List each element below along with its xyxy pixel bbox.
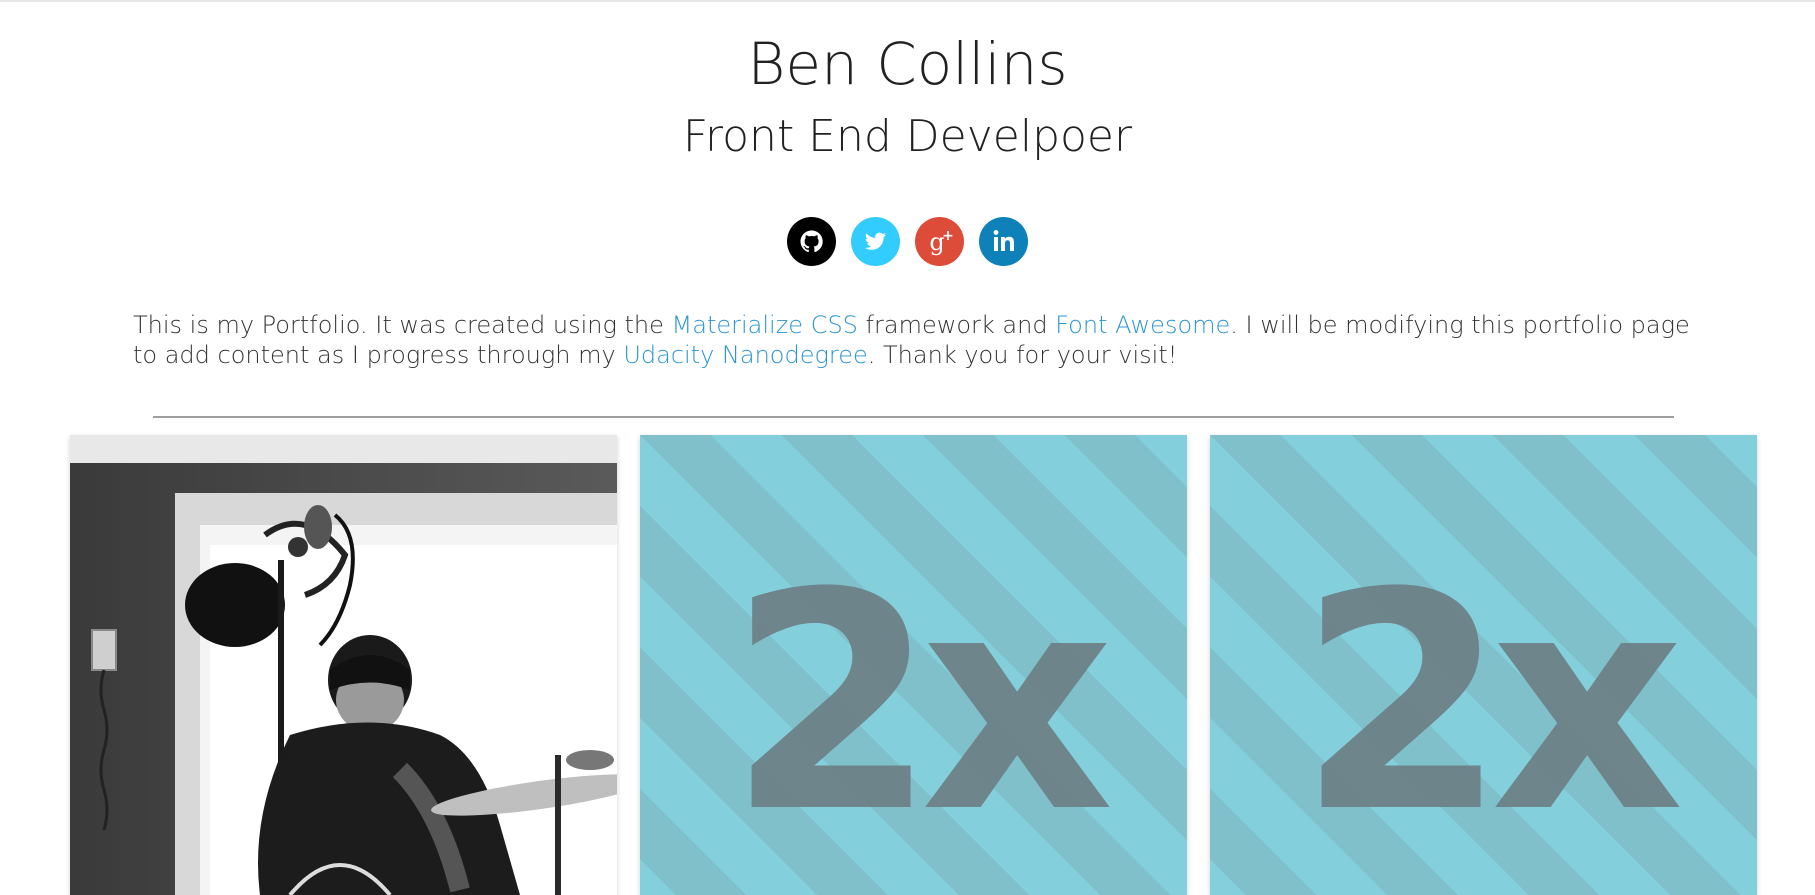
twitter-icon xyxy=(851,217,900,266)
intro-text-1: This is my Portfolio. It was created usi… xyxy=(133,311,672,339)
twitter-link[interactable] xyxy=(851,217,900,266)
portfolio-card-placeholder-2[interactable]: 2x xyxy=(1210,435,1757,895)
udacity-nanodegree-link[interactable]: Udacity Nanodegree xyxy=(623,341,867,369)
social-links: g + xyxy=(0,217,1815,267)
placeholder-image-2x: 2x xyxy=(640,435,1187,895)
page-subtitle: Front End Develpoer xyxy=(682,111,1133,162)
font-awesome-link[interactable]: Font Awesome xyxy=(1055,311,1230,339)
intro-text-4: . Thank you for your visit! xyxy=(867,341,1178,369)
section-divider xyxy=(153,416,1674,418)
placeholder-image-2x: 2x xyxy=(1210,435,1757,895)
portfolio-card-photo[interactable] xyxy=(70,435,617,895)
google-plus-icon: g + xyxy=(915,217,964,266)
placeholder-label: 2x xyxy=(728,529,1113,878)
svg-text:+: + xyxy=(942,228,954,244)
google-plus-link[interactable]: g + xyxy=(915,217,964,266)
top-border xyxy=(0,0,1815,2)
intro-text-2: framework and xyxy=(857,311,1056,339)
page-title: Ben Collins xyxy=(747,30,1068,98)
drummer-photo xyxy=(70,435,617,895)
github-link[interactable] xyxy=(787,217,836,266)
portfolio-card-placeholder-1[interactable]: 2x xyxy=(640,435,1187,895)
linkedin-link[interactable] xyxy=(979,217,1028,266)
materialize-link[interactable]: Materialize CSS xyxy=(672,311,858,339)
placeholder-label: 2x xyxy=(1298,529,1683,878)
intro-paragraph: This is my Portfolio. It was created usi… xyxy=(133,310,1693,370)
github-icon xyxy=(787,217,836,266)
linkedin-icon xyxy=(979,217,1028,266)
